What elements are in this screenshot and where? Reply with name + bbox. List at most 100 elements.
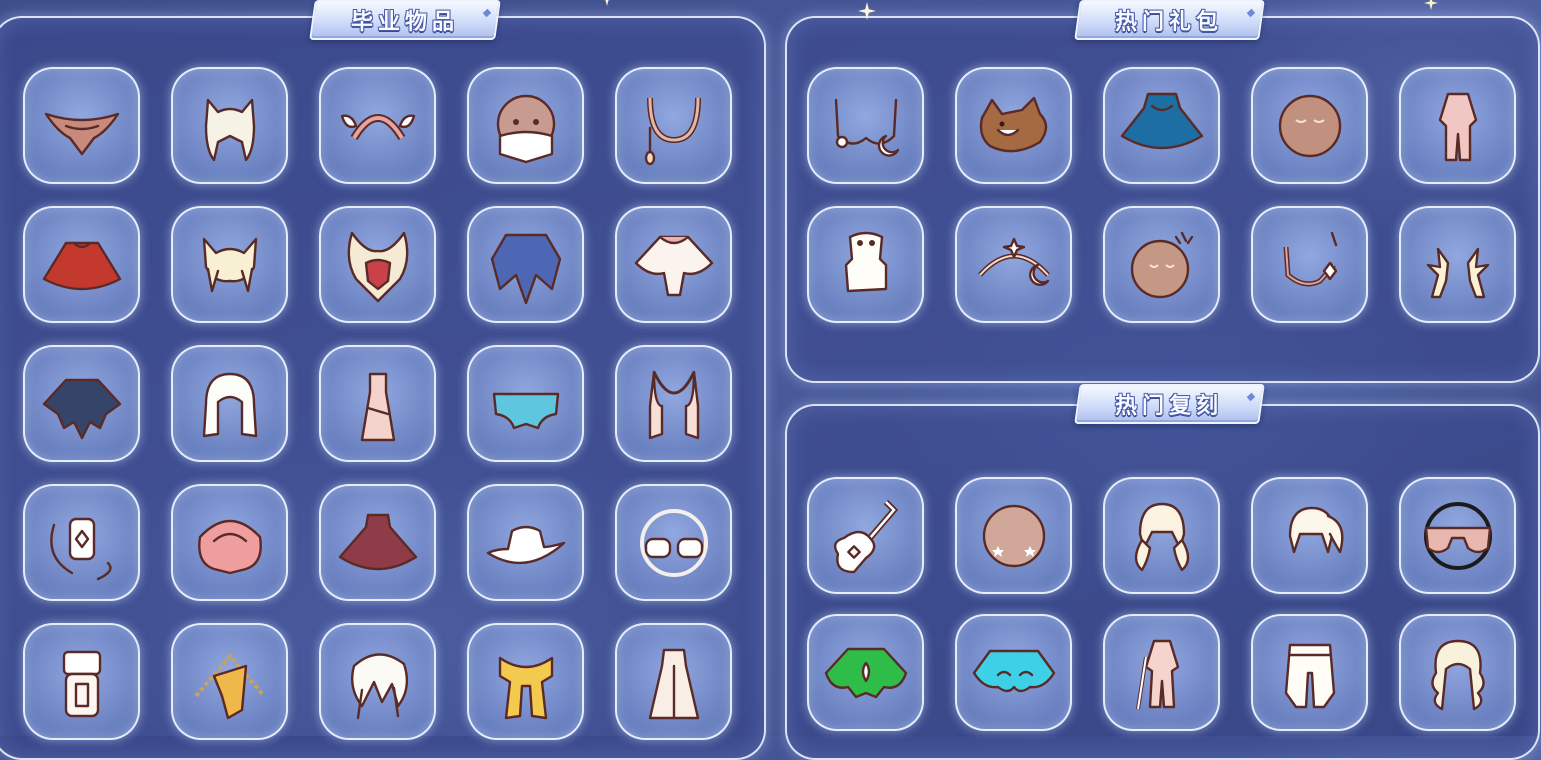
ears-hair-icon <box>204 98 255 161</box>
ponytail-hair-icon <box>1288 506 1343 553</box>
graduation-item-slot[interactable] <box>615 623 732 740</box>
sparkle-icon <box>858 2 876 20</box>
feather-hair-icon <box>350 652 408 719</box>
charm-prop-icon <box>49 517 112 580</box>
gift-item-slot[interactable] <box>1103 67 1220 184</box>
graduation-item-slot[interactable] <box>319 345 436 462</box>
rerun-item-slot[interactable] <box>1399 477 1516 594</box>
sunglasses-icon <box>1423 501 1492 570</box>
graduation-item-slot[interactable] <box>171 484 288 601</box>
hot-gifts-title-text: 热门礼包 <box>1115 10 1224 35</box>
graduation-item-slot[interactable] <box>171 206 288 323</box>
pants-icon <box>1284 643 1335 708</box>
graduation-item-slot[interactable] <box>23 67 140 184</box>
owl-mask-icon <box>347 231 408 302</box>
masked-face-icon <box>496 94 555 163</box>
gift-item-slot[interactable] <box>955 206 1072 323</box>
robe-outfit-icon <box>648 648 699 719</box>
maroon-cape-icon <box>338 513 417 570</box>
graduation-item-slot[interactable] <box>319 623 436 740</box>
graduation-items-grid <box>23 67 732 740</box>
green-cape-icon <box>824 647 907 698</box>
round-glasses-icon <box>639 508 708 577</box>
shoe-prop-icon <box>844 231 887 292</box>
gift-item-slot[interactable] <box>807 206 924 323</box>
winged-headband-icon <box>340 113 415 140</box>
dark-layered-cape-icon <box>42 378 121 439</box>
graduation-item-slot[interactable] <box>615 67 732 184</box>
rerun-item-slot[interactable] <box>807 614 924 731</box>
graduation-items-title: 毕业物品 <box>309 0 501 40</box>
star-mask-icon <box>1130 231 1193 298</box>
antler-horns-icon <box>1426 247 1489 298</box>
red-cape-icon <box>42 241 121 290</box>
gift-item-slot[interactable] <box>1251 67 1368 184</box>
cloud-cape-icon <box>972 649 1055 692</box>
gift-item-slot[interactable] <box>807 67 924 184</box>
graduation-item-slot[interactable] <box>23 345 140 462</box>
graduation-item-slot[interactable] <box>23 206 140 323</box>
gift-item-slot[interactable] <box>1399 67 1516 184</box>
long-hair-icon <box>202 372 257 437</box>
rerun-item-slot[interactable] <box>1103 614 1220 731</box>
scarf-necklace-icon <box>648 370 699 439</box>
hot-gifts-title: 热门礼包 <box>1074 0 1265 40</box>
butterfly-cape-icon <box>492 392 559 429</box>
graduation-item-slot[interactable] <box>319 206 436 323</box>
dress-outfit-icon <box>360 372 395 441</box>
sparkle-icon <box>604 0 610 6</box>
hot-rerun-title-text: 热门复刻 <box>1115 394 1224 419</box>
gold-chain-cape-icon <box>193 652 266 719</box>
white-wing-cape-icon <box>634 235 713 296</box>
gift-item-slot[interactable] <box>1251 206 1368 323</box>
gift-item-slot[interactable] <box>1103 206 1220 323</box>
shell-cape-icon <box>197 519 262 574</box>
pajama-outfit-icon <box>1438 92 1477 161</box>
teal-hood-cape-icon <box>1120 92 1203 149</box>
blush-mask-icon <box>982 504 1045 567</box>
gift-item-slot[interactable] <box>955 67 1072 184</box>
graduation-item-slot[interactable] <box>319 484 436 601</box>
blue-cape-icon <box>490 233 561 304</box>
graduation-item-slot[interactable] <box>171 345 288 462</box>
rerun-item-slot[interactable] <box>1251 614 1368 731</box>
twin-tail-hair-icon <box>1134 502 1189 571</box>
lantern-prop-icon <box>62 650 101 717</box>
graduation-item-slot[interactable] <box>467 345 584 462</box>
wing-cape-icon <box>44 112 119 155</box>
pigtail-hair-icon <box>202 237 257 292</box>
graduation-item-slot[interactable] <box>23 484 140 601</box>
graduation-title-text: 毕业物品 <box>350 10 459 35</box>
necklace-pendant-icon <box>644 97 701 165</box>
rerun-item-slot[interactable] <box>955 614 1072 731</box>
gold-scarf-icon <box>498 656 553 719</box>
gift-item-slot[interactable] <box>1399 206 1516 323</box>
graduation-item-slot[interactable] <box>171 623 288 740</box>
ukulele-icon <box>833 499 898 573</box>
graduation-item-slot[interactable] <box>467 206 584 323</box>
corgi-prop-icon <box>979 96 1047 152</box>
hot-rerun-title: 热门复刻 <box>1074 384 1265 424</box>
graduation-item-slot[interactable] <box>467 623 584 740</box>
pendant-necklace-icon <box>1283 231 1337 286</box>
sparkle-icon <box>1424 0 1438 10</box>
graduation-item-slot[interactable] <box>23 623 140 740</box>
moon-earring-icon <box>834 98 899 157</box>
graduation-item-slot[interactable] <box>319 67 436 184</box>
moon-headpiece-icon <box>977 237 1050 286</box>
rerun-item-slot[interactable] <box>807 477 924 594</box>
rerun-item-slot[interactable] <box>1251 477 1368 594</box>
graduation-item-slot[interactable] <box>615 345 732 462</box>
rerun-item-slot[interactable] <box>1399 614 1516 731</box>
sleepy-mask-icon <box>1278 94 1341 157</box>
graduation-item-slot[interactable] <box>171 67 288 184</box>
graduation-item-slot[interactable] <box>615 484 732 601</box>
graduation-item-slot[interactable] <box>615 206 732 323</box>
hot-rerun-grid <box>807 477 1516 731</box>
graduation-item-slot[interactable] <box>467 484 584 601</box>
graduation-item-slot[interactable] <box>467 67 584 184</box>
cowboy-hat-icon <box>486 525 565 564</box>
wavy-hair-icon <box>1430 639 1485 710</box>
rerun-item-slot[interactable] <box>955 477 1072 594</box>
rerun-item-slot[interactable] <box>1103 477 1220 594</box>
